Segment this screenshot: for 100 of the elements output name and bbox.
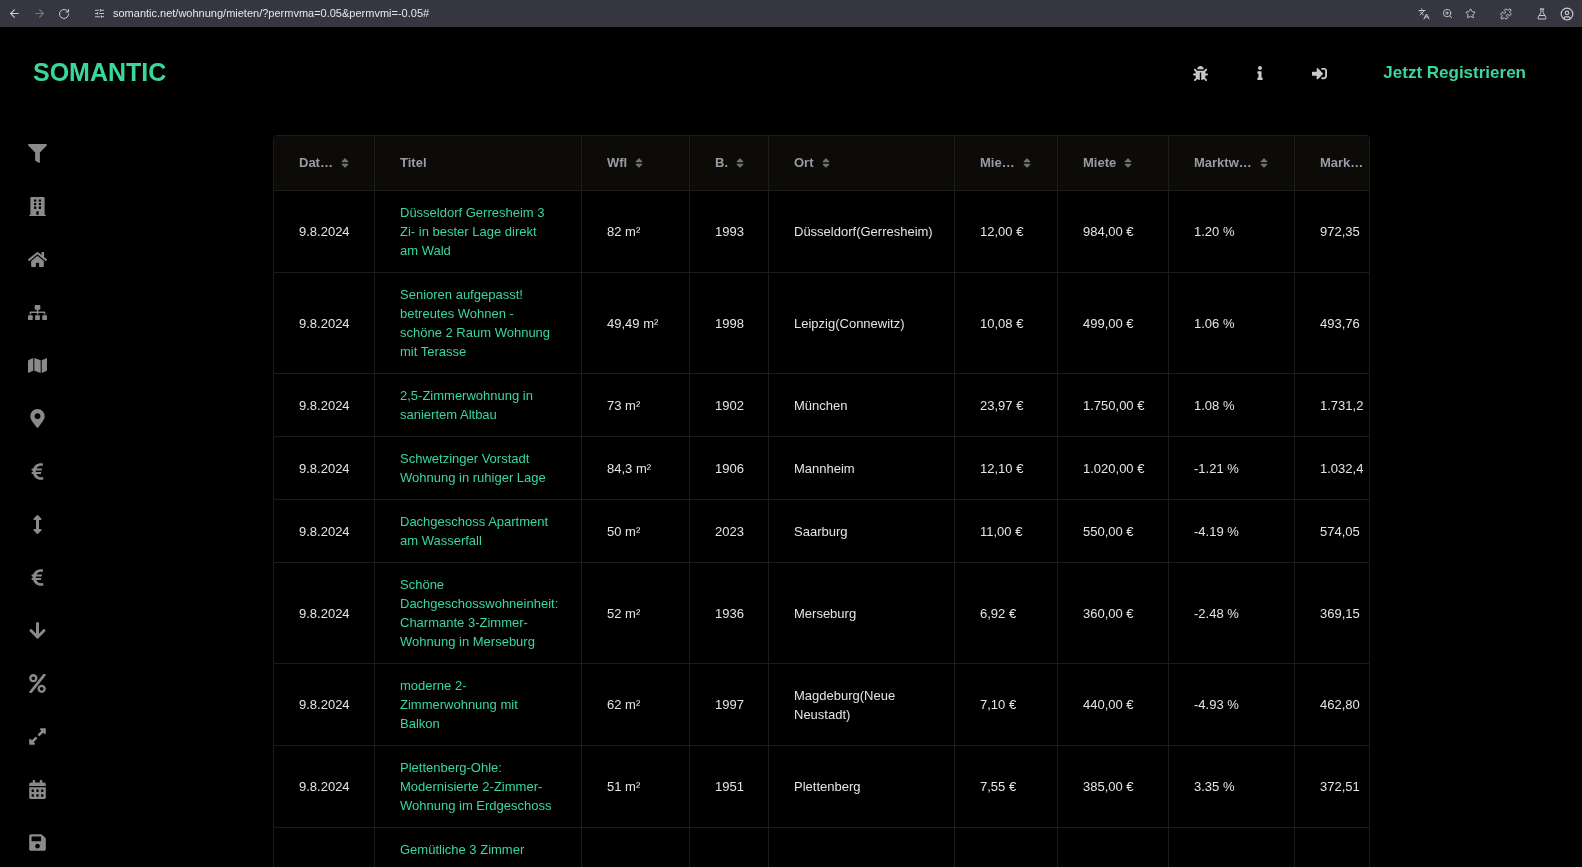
listing-title-link[interactable]: 2,5-Zimmerwohnung in saniertem Altbau [400, 386, 555, 424]
listing-title-link[interactable]: Schwetzinger Vorstadt Wohnung in ruhiger Lage [400, 449, 555, 487]
table-cell-text: 1902 [715, 396, 744, 415]
logo[interactable]: SOMANTIC [33, 54, 167, 92]
column-header[interactable]: B. [690, 136, 769, 190]
map-pin-icon[interactable] [27, 409, 47, 428]
table-cell-text: 12,10 € [980, 459, 1024, 478]
table-cell-text: 1998 [715, 314, 744, 333]
table-cell-text: 73 m² [607, 396, 641, 415]
address-bar-url[interactable]: somantic.net/wohnung/mieten/?permvma=0.05&permvmi=-0.05# [113, 5, 430, 22]
listing-title-link[interactable]: moderne 2-Zimmerwohnung mit Balkon [400, 676, 555, 733]
table-cell-text: 50 m² [607, 522, 641, 541]
sort-icon[interactable] [734, 157, 746, 169]
column-header[interactable]: Dat… [274, 136, 375, 190]
table-cell-text: 2023 [715, 522, 744, 541]
column-header[interactable]: Marktw… [1169, 136, 1295, 190]
listing-title-link[interactable]: Schöne Dachgeschosswohneinheit: Charmante 3-Zimmer-Wohnung in Merseburg [400, 575, 559, 651]
table-cell-text: 369,15 [1320, 604, 1360, 623]
table-cell-text: 372,51 [1320, 778, 1360, 796]
table-cell-text: 9.8.2024 [299, 223, 350, 241]
zoom-icon[interactable] [1442, 8, 1453, 19]
table-cell-text: Düsseldorf(Gerresheim) [794, 223, 933, 241]
building-icon[interactable] [27, 197, 47, 216]
listing-title-link[interactable]: Plettenberg-Ohle: Modernisierte 2-Zimmer-Wohnung im Erdgeschoss [400, 758, 555, 815]
table-cell-text: 984,00 € [1083, 223, 1134, 241]
calendar-icon[interactable] [27, 780, 47, 799]
translate-icon[interactable] [1418, 7, 1430, 20]
column-header[interactable]: Wfl [582, 136, 690, 190]
table-cell-text: Mannheim [794, 459, 855, 478]
table-cell-text: Saarburg [794, 522, 848, 541]
table-cell-text: 82 m² [607, 223, 641, 241]
profile-icon[interactable] [1560, 6, 1574, 21]
expand-icon[interactable] [27, 727, 47, 746]
extensions-icon[interactable] [1500, 7, 1512, 20]
table-cell-text: -1.21 % [1194, 459, 1239, 478]
arrow-down-icon[interactable] [27, 621, 47, 640]
sign-in-icon[interactable] [1312, 65, 1328, 81]
table-cell-text: 1993 [715, 223, 744, 241]
table-cell-text: 23,97 € [980, 396, 1024, 415]
table-cell-text: 9.8.2024 [299, 604, 350, 623]
table-cell-text: 1997 [715, 696, 744, 714]
map-icon[interactable] [27, 356, 47, 375]
register-link[interactable]: Jetzt Registrieren [1383, 60, 1526, 86]
listing-title-link[interactable]: Düsseldorf Gerresheim 3 Zi- in bester Lage direkt am Wald [400, 203, 555, 260]
table-cell-text: 550,00 € [1083, 522, 1134, 541]
flask-icon[interactable] [1536, 7, 1548, 20]
table-cell-text: 385,00 € [1083, 778, 1134, 796]
listing-title-link[interactable]: Dachgeschoss Apartment am Wasserfall [400, 512, 555, 550]
table-cell-text: 493,76 [1320, 314, 1360, 333]
house-icon[interactable] [27, 250, 47, 269]
table-cell-text: -4.19 % [1194, 522, 1239, 541]
table-cell-text: 9.8.2024 [299, 522, 350, 541]
column-header[interactable]: Titel [375, 136, 582, 190]
column-header[interactable]: Miete [1058, 136, 1169, 190]
table-cell-text: 9.8.2024 [299, 778, 350, 796]
table-cell-text: 7,55 € [980, 778, 1017, 796]
table-cell-text: 440,00 € [1083, 696, 1134, 714]
table-cell-text: 52 m² [607, 604, 641, 623]
table-cell-text: 1936 [715, 604, 744, 623]
column-header[interactable]: Mie… [955, 136, 1058, 190]
table-cell-text: Leipzig(Connewitz) [794, 314, 905, 333]
bookmark-star-icon[interactable] [1465, 8, 1476, 19]
table-cell-text: 7,10 € [980, 696, 1017, 714]
table-cell-text: 1.06 % [1194, 314, 1235, 333]
table-cell-text: 9.8.2024 [299, 314, 350, 333]
table-cell-text: Merseburg [794, 604, 857, 623]
table-cell-text: 9.8.2024 [299, 396, 350, 415]
column-header[interactable]: Mark… [1295, 136, 1369, 190]
table-cell-text: 574,05 [1320, 522, 1360, 541]
hierarchy-icon[interactable] [27, 303, 47, 322]
table-cell-text: 1.020,00 € [1083, 459, 1145, 478]
table-cell-text: 49,49 m² [607, 314, 659, 333]
column-header[interactable]: Ort [769, 136, 955, 190]
table-cell-text: 462,80 [1320, 696, 1360, 714]
bug-icon[interactable] [1193, 65, 1209, 81]
table-cell-text: 10,08 € [980, 314, 1024, 333]
table-cell-text: 9.8.2024 [299, 459, 350, 478]
table-cell-text: 3.35 % [1194, 778, 1235, 796]
table-cell-text: 6,92 € [980, 604, 1017, 623]
table-cell-text: 11,00 € [980, 522, 1023, 541]
forward-icon[interactable] [33, 7, 46, 20]
table-cell-text: 51 m² [607, 778, 641, 796]
table-cell-text: Plettenberg [794, 778, 861, 796]
site-info-icon[interactable] [94, 8, 105, 19]
table-cell-text: München [794, 396, 848, 415]
table-cell-text: 62 m² [607, 696, 641, 714]
table-cell-text: 360,00 € [1083, 604, 1134, 623]
table-cell-text: -4.93 % [1194, 696, 1239, 714]
table-cell-text: -2.48 % [1194, 604, 1239, 623]
percent-icon[interactable] [27, 674, 47, 693]
back-icon[interactable] [8, 7, 21, 20]
table-cell-text: 1906 [715, 459, 744, 478]
table-cell-text: 972,35 [1320, 223, 1360, 241]
filter-icon[interactable] [27, 144, 47, 163]
table-cell-text: 1.08 % [1194, 396, 1235, 415]
listing-title-link[interactable]: Senioren aufgepasst! betreutes Wohnen - schöne 2 Raum Wohnung mit Terasse [400, 285, 555, 361]
table-cell-text: Magdeburg(Neue Neustadt) [794, 686, 897, 724]
table-cell-text: 84,3 m² [607, 459, 652, 478]
reload-icon[interactable] [58, 7, 70, 20]
listing-title-link[interactable]: Gemütliche 3 Zimmer [400, 840, 525, 859]
